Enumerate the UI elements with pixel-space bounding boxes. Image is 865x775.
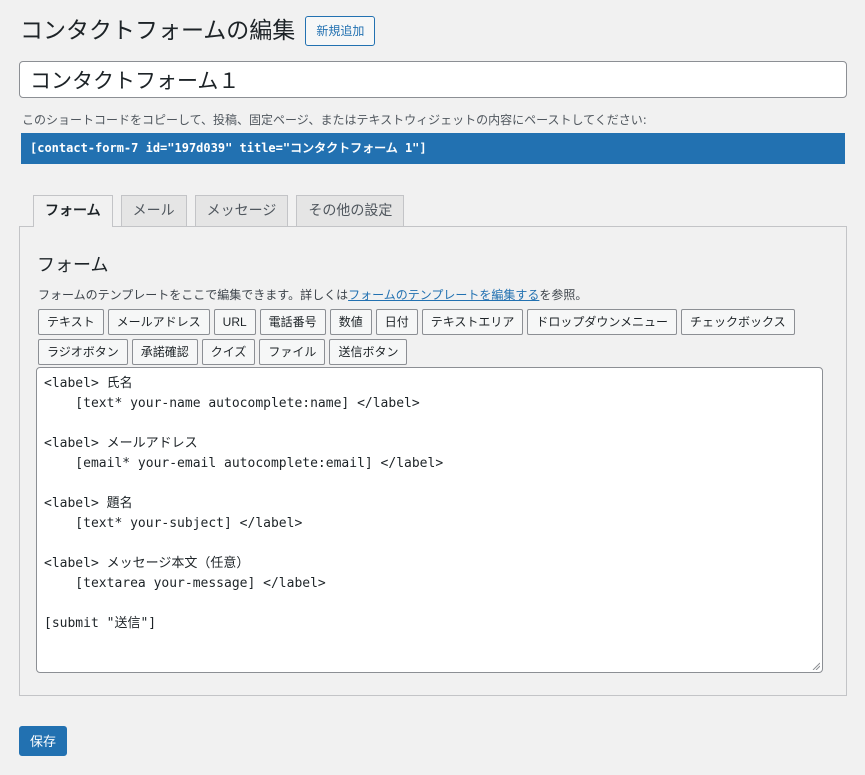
panel-desc-prefix: フォームのテンプレートをここで編集できます。詳しくは xyxy=(38,288,349,302)
tag-button-dropdown[interactable]: ドロップダウンメニュー xyxy=(527,309,678,335)
editor-line: <label> メールアドレス xyxy=(44,436,198,451)
panel-title: フォーム xyxy=(37,255,109,276)
tag-button-radio[interactable]: ラジオボタン xyxy=(38,339,128,365)
tag-button-quiz[interactable]: クイズ xyxy=(201,339,256,365)
editor-line: <label> 氏名 xyxy=(44,376,133,391)
form-panel: フォーム フォームのテンプレートをここで編集できます。詳しくはフォームのテンプレ… xyxy=(19,226,847,696)
editor-line: <label> メッセージ本文（任意） xyxy=(44,556,250,571)
tab-mail[interactable]: メール xyxy=(120,195,187,226)
form-title-input[interactable] xyxy=(19,61,847,98)
editor-line: [text* your-name autocomplete:name] </la… xyxy=(44,396,420,411)
tag-button-textarea[interactable]: テキストエリア xyxy=(421,309,524,335)
tab-additional-settings[interactable]: その他の設定 xyxy=(296,195,405,226)
resize-handle-icon[interactable] xyxy=(812,662,820,670)
page-title: コンタクトフォームの編集 xyxy=(20,18,296,44)
tag-button-url[interactable]: URL xyxy=(213,309,256,335)
tag-generator-row-2: ラジオボタン 承諾確認 クイズ ファイル 送信ボタン xyxy=(38,339,411,365)
tag-button-email[interactable]: メールアドレス xyxy=(107,309,210,335)
editor-line: [email* your-email autocomplete:email] <… xyxy=(44,456,444,471)
page-heading: コンタクトフォームの編集 新規追加 xyxy=(20,14,376,48)
tag-button-text[interactable]: テキスト xyxy=(38,309,104,335)
editor-line: [textarea your-message] </label> xyxy=(44,576,326,591)
editor-line: [text* your-subject] </label> xyxy=(44,516,303,531)
save-button[interactable]: 保存 xyxy=(19,726,67,756)
tag-button-submit[interactable]: 送信ボタン xyxy=(329,339,408,365)
shortcode-note: このショートコードをコピーして、投稿、固定ページ、またはテキストウィジェットの内… xyxy=(22,113,647,127)
editor-line: <label> 題名 xyxy=(44,496,133,511)
tag-button-file[interactable]: ファイル xyxy=(259,339,326,365)
tab-bar: フォーム メール メッセージ その他の設定 xyxy=(33,195,412,227)
tag-button-number[interactable]: 数値 xyxy=(329,309,372,335)
tag-generator-row-1: テキスト メールアドレス URL 電話番号 数値 日付 テキストエリア ドロップ… xyxy=(38,309,799,335)
tab-messages[interactable]: メッセージ xyxy=(194,195,289,226)
tag-button-checkbox[interactable]: チェックボックス xyxy=(681,309,795,335)
tag-button-date[interactable]: 日付 xyxy=(375,309,418,335)
tag-button-tel[interactable]: 電話番号 xyxy=(259,309,326,335)
shortcode-box[interactable]: [contact-form-7 id="197d039" title="コンタク… xyxy=(21,133,845,164)
template-doc-link[interactable]: フォームのテンプレートを編集する xyxy=(348,288,539,302)
panel-description: フォームのテンプレートをここで編集できます。詳しくはフォームのテンプレートを編集… xyxy=(38,286,587,303)
form-template-editor[interactable]: <label> 氏名 [text* your-name autocomplete… xyxy=(36,367,823,673)
panel-desc-suffix: を参照。 xyxy=(539,288,588,302)
tab-form[interactable]: フォーム xyxy=(33,195,113,227)
tag-button-acceptance[interactable]: 承諾確認 xyxy=(131,339,198,365)
editor-line: [submit "送信"] xyxy=(44,616,157,631)
add-new-button[interactable]: 新規追加 xyxy=(305,16,376,46)
